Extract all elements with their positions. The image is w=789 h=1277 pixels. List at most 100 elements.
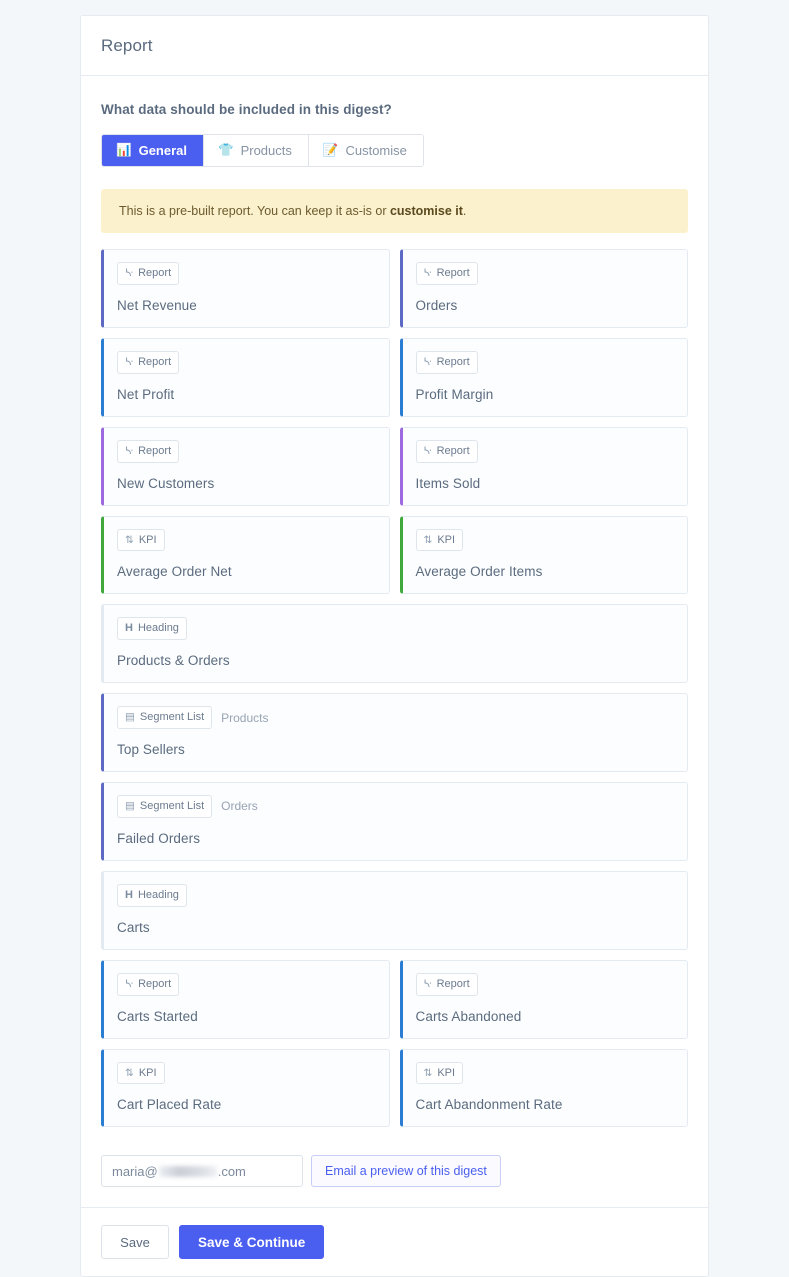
question-label: What data should be included in this dig… [101, 102, 392, 117]
card-meta: ▤ Segment List Products [117, 706, 674, 730]
tab-products[interactable]: 👕 Products [204, 135, 309, 166]
type-badge: ᔁ Report [415, 439, 478, 463]
card-row: ▤ Segment List Products Top Sellers [101, 693, 688, 773]
card-row: ⇅ KPI Average Order Net ⇅ KPI Average Order I… [101, 515, 688, 595]
segment-source-label: Products [221, 710, 269, 725]
notice-text-after: . [462, 204, 467, 218]
card-meta: ᔁ Report [117, 972, 376, 996]
sort-arrows-icon: ⇅ [423, 1066, 433, 1079]
block-card[interactable]: ᔁ Report New Customers [101, 426, 390, 506]
block-card[interactable]: H Heading Carts [101, 870, 688, 950]
card-title: Failed Orders [117, 830, 201, 846]
card-title: Average Order Net [117, 564, 232, 580]
type-badge-label: Report [138, 355, 172, 368]
heading-icon: H [125, 622, 133, 635]
type-badge-label: KPI [138, 533, 157, 546]
tab-label: Products [240, 143, 292, 158]
card-meta: ᔁ Report [415, 350, 675, 374]
type-badge-label: Report [138, 444, 172, 457]
type-badge-label: Heading [137, 622, 179, 635]
chart-icon: ᔁ [423, 356, 432, 369]
heading-icon: H [125, 888, 133, 901]
type-badge: ⇅ KPI [415, 528, 464, 552]
card-meta: ▤ Segment List Orders [117, 795, 674, 818]
card-meta: ᔁ Report [117, 439, 376, 463]
block-card[interactable]: ▤ Segment List Orders Failed Orders [101, 782, 688, 861]
card-meta: ⇅ KPI [415, 1061, 675, 1085]
type-badge: ⇅ KPI [117, 528, 165, 552]
type-badge: ᔁ Report [117, 262, 180, 285]
type-badge-label: Report [138, 977, 172, 990]
type-badge-label: Report [138, 267, 172, 279]
report-panel: Report What data should be included in t… [80, 15, 709, 1277]
card-meta: ᔁ Report [415, 439, 675, 463]
customise-it-link[interactable]: customise it [390, 204, 463, 218]
card-meta: ᔁ Report [117, 350, 376, 374]
block-card[interactable]: ⇅ KPI Cart Abandonment Rate [399, 1048, 688, 1128]
card-meta: ᔁ Report [117, 262, 376, 285]
chart-icon: ᔁ [125, 977, 134, 990]
block-card[interactable]: ⇅ KPI Average Order Items [399, 515, 688, 595]
block-card[interactable]: ᔁ Report Carts Abandoned [399, 959, 688, 1039]
tab-bar: 📊 General 👕 Products 📝 Customise [101, 134, 424, 167]
card-meta: ᔁ Report [415, 972, 675, 996]
segment-source-label: Orders [221, 799, 258, 814]
block-card[interactable]: H Heading Products & Orders [101, 604, 688, 684]
table-icon: ▤ [125, 800, 135, 813]
page-container: Report What data should be included in t… [0, 0, 789, 1277]
type-badge-label: KPI [437, 533, 456, 546]
panel-body: What data should be included in this dig… [81, 76, 708, 1207]
chart-icon: ᔁ [125, 356, 134, 369]
save-button[interactable]: Save [101, 1225, 169, 1260]
save-continue-button[interactable]: Save & Continue [179, 1225, 325, 1260]
block-card[interactable]: ⇅ KPI Cart Placed Rate [101, 1048, 390, 1128]
sort-arrows-icon: ⇅ [423, 533, 433, 546]
card-meta: H Heading [117, 883, 674, 907]
block-list: ᔁ Report Net Revenue ᔁ Report Orders ᔁ Report Ne… [101, 249, 688, 1128]
card-row: ⇅ KPI Cart Placed Rate ⇅ KPI Cart Abandonment… [101, 1048, 688, 1128]
type-badge: ⇅ KPI [117, 1061, 165, 1085]
type-badge-label: Report [436, 444, 470, 457]
type-badge-label: Segment List [139, 800, 205, 813]
type-badge: H Heading [117, 883, 187, 907]
card-title: Cart Placed Rate [117, 1097, 222, 1113]
email-preview-row: maria@ .com Email a preview of this diges… [101, 1155, 688, 1188]
card-title: Carts [117, 919, 150, 935]
tab-general[interactable]: 📊 General [102, 135, 204, 166]
block-card[interactable]: ᔁ Report Items Sold [399, 426, 688, 506]
block-card[interactable]: ⇅ KPI Average Order Net [101, 515, 390, 595]
sort-arrows-icon: ⇅ [125, 533, 134, 546]
card-meta: ᔁ Report [415, 262, 675, 285]
card-meta: ⇅ KPI [117, 528, 376, 552]
email-preview-button[interactable]: Email a preview of this digest [311, 1155, 501, 1188]
card-title: Profit Margin [415, 386, 494, 402]
type-badge: ᔁ Report [117, 350, 180, 374]
table-icon: ▤ [125, 711, 135, 724]
type-badge: ᔁ Report [415, 972, 478, 996]
block-card[interactable]: ᔁ Report Profit Margin [399, 337, 688, 417]
card-title: Items Sold [415, 475, 481, 491]
card-title: Orders [415, 297, 458, 313]
card-row: ᔁ Report Carts Started ᔁ Report Carts Abandon… [101, 959, 688, 1039]
email-field[interactable]: maria@ .com [101, 1155, 303, 1188]
card-row: ▤ Segment List Orders Failed Orders [101, 782, 688, 861]
block-card[interactable]: ᔁ Report Carts Started [101, 959, 390, 1039]
prebuilt-notice: This is a pre-built report. You can keep… [101, 189, 688, 233]
redacted-domain [158, 1165, 217, 1177]
panel-footer: Save Save & Continue [81, 1207, 708, 1276]
block-card[interactable]: ᔁ Report Net Profit [101, 337, 390, 417]
tshirt-icon: 👕 [218, 143, 234, 158]
card-title: Carts Abandoned [415, 1008, 522, 1024]
tab-customise[interactable]: 📝 Customise [308, 135, 423, 166]
type-badge-label: Segment List [139, 711, 205, 724]
block-card[interactable]: ᔁ Report Net Revenue [101, 249, 390, 328]
type-badge: ᔁ Report [117, 972, 180, 996]
type-badge-label: KPI [437, 1066, 456, 1079]
block-card[interactable]: ᔁ Report Orders [399, 249, 688, 328]
card-title: Average Order Items [415, 564, 543, 580]
sort-arrows-icon: ⇅ [125, 1066, 134, 1079]
block-card[interactable]: ▤ Segment List Products Top Sellers [101, 693, 688, 773]
page-title: Report [101, 36, 153, 55]
type-badge-label: Report [436, 355, 470, 368]
type-badge: ⇅ KPI [415, 1061, 464, 1085]
